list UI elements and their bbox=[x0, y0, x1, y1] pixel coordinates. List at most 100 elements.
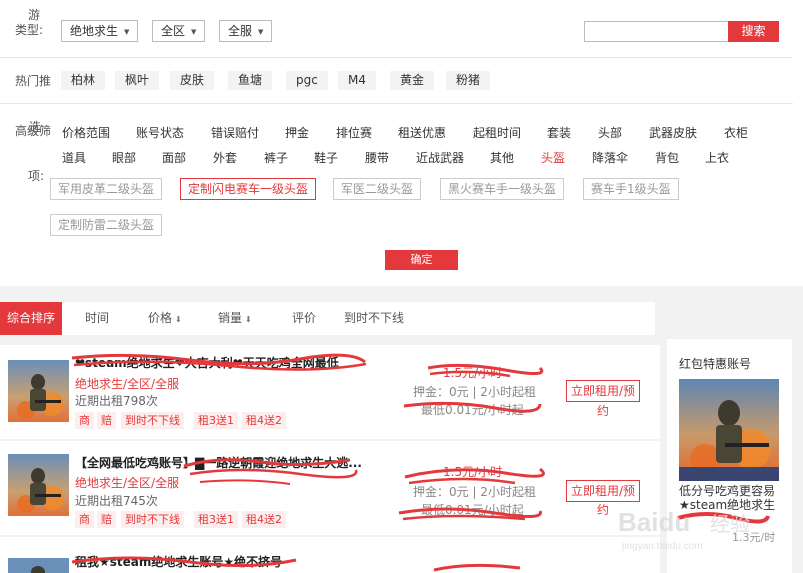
adv-filter-item[interactable]: 上衣 bbox=[705, 151, 729, 165]
sort-time[interactable]: 时间 bbox=[85, 302, 109, 335]
sort-rating[interactable]: 评价 bbox=[292, 302, 316, 335]
adv-filter-item[interactable]: 道具 bbox=[62, 151, 86, 165]
helmet-sub-tag[interactable]: 黑火赛车手一级头盔 bbox=[440, 178, 565, 200]
listing-tag: 租3送1 bbox=[194, 511, 238, 528]
sort-sales-label: 销量 bbox=[218, 311, 243, 325]
listing-tag: 商 bbox=[75, 511, 94, 528]
adv-filter-item[interactable]: 套装 bbox=[547, 126, 571, 140]
helmet-sub-tag-active[interactable]: 定制闪电赛车一级头盔 bbox=[180, 178, 317, 200]
adv-filter-item[interactable]: 面部 bbox=[162, 151, 186, 165]
listing-item[interactable]: 【全网最低吃鸡账号】▇一路逆朝霞迎绝地求生大逃... 绝地求生/全区/全服 近期… bbox=[0, 441, 660, 535]
helmet-sub-tag[interactable]: 赛车手1级头盔 bbox=[583, 178, 679, 200]
deposit-info: 押金：0元 | 2小时起租 bbox=[413, 385, 536, 399]
listing-item[interactable]: 租我★steam绝地求生账号★绝不挤号 bbox=[0, 537, 660, 573]
helmet-sub-tag[interactable]: 军用皮革二级头盔 bbox=[50, 178, 163, 200]
advanced-label-2: 选 bbox=[29, 120, 42, 134]
adv-filter-item[interactable]: 押金 bbox=[285, 126, 309, 140]
sort-comprehensive[interactable]: 综合排序 bbox=[0, 302, 62, 335]
rent-count: 近期出租798次 bbox=[75, 394, 158, 408]
adv-filter-item[interactable]: 租送优惠 bbox=[398, 126, 446, 140]
listing-category: 绝地求生/全区/全服 bbox=[75, 476, 180, 490]
rent-now-button-wrap: 约 bbox=[597, 503, 610, 517]
listing-tag: 赔 bbox=[97, 511, 116, 528]
game-thumbnail bbox=[8, 454, 69, 516]
hot-tag[interactable]: 鱼塘 bbox=[228, 71, 273, 90]
hot-tag[interactable]: 粉猪 bbox=[446, 71, 491, 90]
adv-filter-item[interactable]: 账号状态 bbox=[136, 126, 184, 140]
adv-filter-item[interactable]: 武器皮肤 bbox=[649, 126, 697, 140]
game-dropdown[interactable]: 绝地求生 ▼ bbox=[61, 20, 139, 42]
game-thumbnail bbox=[8, 360, 69, 422]
adv-filter-item[interactable]: 背包 bbox=[655, 151, 679, 165]
adv-filter-item[interactable]: 错误赔付 bbox=[211, 126, 259, 140]
promo-thumbnail[interactable] bbox=[679, 379, 779, 481]
caret-down-icon: ▼ bbox=[258, 27, 264, 36]
adv-filter-item[interactable]: 腰带 bbox=[365, 151, 389, 165]
listing-title[interactable]: 租我★steam绝地求生账号★绝不挤号 bbox=[75, 553, 282, 570]
listing-item[interactable]: ❤steam绝地求生❤大吉大利❤天天吃鸡全网最低 绝地求生/全区/全服 近期出租… bbox=[0, 345, 660, 439]
adv-filter-item[interactable]: 价格范围 bbox=[62, 126, 110, 140]
sort-price-label: 价格 bbox=[148, 311, 173, 325]
rent-now-button[interactable]: 立即租用/预 bbox=[566, 480, 640, 502]
divider bbox=[0, 103, 793, 104]
adv-filter-item[interactable]: 裤子 bbox=[264, 151, 288, 165]
adv-filter-item[interactable]: 衣柜 bbox=[724, 126, 748, 140]
sort-arrow-icon: ⬇ bbox=[245, 315, 252, 324]
svg-text:经验: 经验 bbox=[710, 513, 750, 536]
deposit-info: 押金：0元 | 2小时起租 bbox=[413, 485, 536, 499]
hot-tag[interactable]: 柏林 bbox=[61, 71, 106, 90]
divider bbox=[0, 57, 793, 58]
listing-tag: 赔 bbox=[97, 412, 116, 429]
listing-title[interactable]: ❤steam绝地求生❤大吉大利❤天天吃鸡全网最低 bbox=[75, 354, 339, 371]
listing-tag: 租3送1 bbox=[194, 412, 238, 429]
caret-down-icon: ▼ bbox=[191, 27, 197, 36]
sort-bar: 综合排序 时间 价格 ⬇ 销量 ⬇ 评价 到时不下线 bbox=[0, 302, 655, 335]
adv-filter-item[interactable]: 近战武器 bbox=[416, 151, 464, 165]
server-dropdown-value: 全服 bbox=[228, 24, 253, 38]
adv-filter-item[interactable]: 起租时间 bbox=[473, 126, 521, 140]
game-thumbnail bbox=[8, 558, 69, 573]
helmet-sub-tag[interactable]: 定制防雷二级头盔 bbox=[50, 214, 163, 236]
adv-filter-item[interactable]: 眼部 bbox=[112, 151, 136, 165]
listing-tag: 到时不下线 bbox=[121, 412, 184, 429]
helmet-sub-tag[interactable]: 军医二级头盔 bbox=[333, 178, 422, 200]
sort-arrow-icon: ⬇ bbox=[175, 315, 182, 324]
rent-now-button[interactable]: 立即租用/预 bbox=[566, 380, 640, 402]
adv-filter-item[interactable]: 外套 bbox=[213, 151, 237, 165]
sort-sales[interactable]: 销量 ⬇ bbox=[218, 302, 252, 335]
baidu-watermark: Baidu 经验 jingyan.baidu.com bbox=[618, 507, 750, 552]
server-dropdown[interactable]: 全服 ▼ bbox=[219, 20, 273, 42]
hot-tag[interactable]: 黄金 bbox=[390, 71, 435, 90]
hot-tag[interactable]: pgc bbox=[286, 71, 328, 90]
adv-filter-item[interactable]: 排位赛 bbox=[336, 126, 372, 140]
sort-no-offline[interactable]: 到时不下线 bbox=[344, 302, 404, 335]
adv-filter-item[interactable]: 鞋子 bbox=[314, 151, 338, 165]
filter-panel: 游 类型: 绝地求生 ▼ 全区 ▼ 全服 ▼ 搜索 热门推 柏林 枫叶 皮肤 鱼塘 p… bbox=[0, 0, 803, 286]
confirm-button[interactable]: 确定 bbox=[385, 250, 458, 270]
caret-down-icon: ▼ bbox=[124, 27, 130, 36]
sort-price[interactable]: 价格 ⬇ bbox=[148, 302, 182, 335]
listing-tag: 到时不下线 bbox=[121, 511, 184, 528]
min-price: 最低0.01元/小时起 bbox=[421, 403, 524, 417]
hot-tag[interactable]: 皮肤 bbox=[170, 71, 215, 90]
search-input[interactable] bbox=[584, 21, 729, 42]
listing-tag: 租4送2 bbox=[242, 511, 286, 528]
hot-tag[interactable]: M4 bbox=[338, 71, 376, 90]
price-per-hour: 1.5元/小时 bbox=[443, 366, 503, 380]
game-dropdown-value: 绝地求生 bbox=[70, 24, 119, 38]
svg-text:Baidu: Baidu bbox=[618, 507, 690, 537]
listing-category: 绝地求生/全区/全服 bbox=[75, 377, 180, 391]
listing-title[interactable]: 【全网最低吃鸡账号】▇一路逆朝霞迎绝地求生大逃... bbox=[75, 454, 362, 471]
hot-tag[interactable]: 枫叶 bbox=[115, 71, 160, 90]
svg-text:jingyan.baidu.com: jingyan.baidu.com bbox=[621, 541, 703, 552]
sidebar-title: 红包特惠账号 bbox=[679, 357, 752, 371]
adv-filter-item-active[interactable]: 头盔 bbox=[541, 151, 565, 165]
rent-now-button-wrap: 约 bbox=[597, 404, 610, 418]
adv-filter-item[interactable]: 其他 bbox=[490, 151, 514, 165]
listing-tag: 商 bbox=[75, 412, 94, 429]
search-button[interactable]: 搜索 bbox=[728, 21, 779, 42]
region-dropdown[interactable]: 全区 ▼ bbox=[152, 20, 206, 42]
listing-tag: 租4送2 bbox=[242, 412, 286, 429]
adv-filter-item[interactable]: 降落伞 bbox=[592, 151, 628, 165]
adv-filter-item[interactable]: 头部 bbox=[598, 126, 622, 140]
